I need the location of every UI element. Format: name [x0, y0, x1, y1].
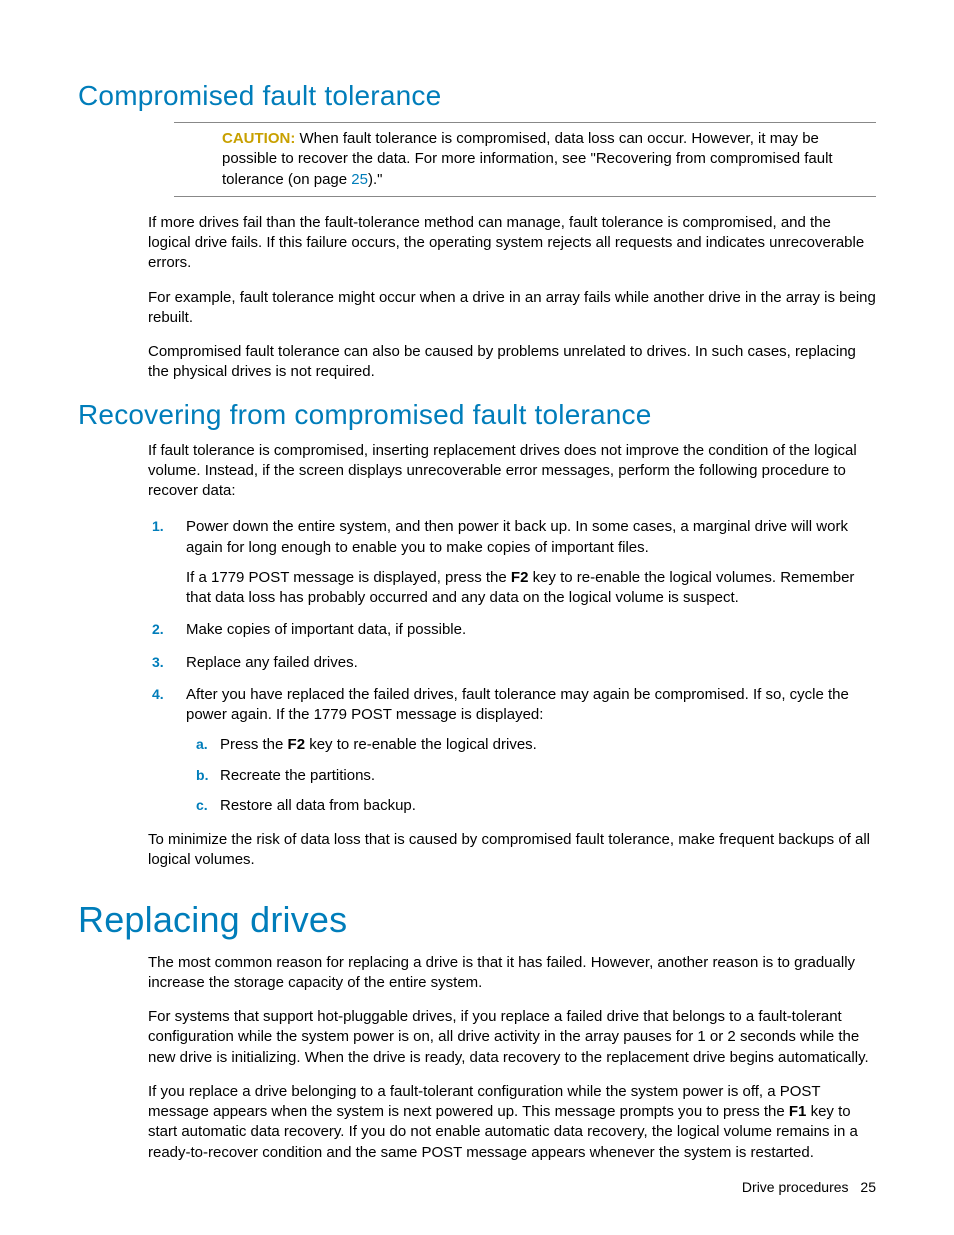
page-footer: Drive procedures 25 [742, 1179, 876, 1195]
document-page: Compromised fault tolerance CAUTION: Whe… [0, 0, 954, 1235]
caution-label: CAUTION: [222, 130, 295, 147]
key-f2: F2 [288, 736, 306, 753]
page-link-25[interactable]: 25 [351, 171, 368, 188]
list-item: Recreate the partitions. [220, 766, 876, 786]
list-item: Restore all data from backup. [220, 796, 876, 816]
list-item: Make copies of important data, if possib… [186, 620, 876, 640]
list-item: Power down the entire system, and then p… [186, 517, 876, 608]
list-item: Replace any failed drives. [186, 653, 876, 673]
paragraph: If fault tolerance is compromised, inser… [148, 441, 876, 502]
body-paragraphs-sec3: The most common reason for replacing a d… [148, 953, 876, 1163]
list-item: Press the F2 key to re-enable the logica… [220, 735, 876, 755]
caution-note: CAUTION: When fault tolerance is comprom… [174, 122, 876, 197]
list-item: After you have replaced the failed drive… [186, 685, 876, 816]
paragraph: To minimize the risk of data loss that i… [148, 830, 876, 871]
paragraph: Compromised fault tolerance can also be … [148, 342, 876, 383]
heading-replacing-drives: Replacing drives [78, 899, 876, 941]
footer-label: Drive procedures [742, 1179, 849, 1195]
heading-compromised-fault-tolerance: Compromised fault tolerance [78, 80, 876, 112]
paragraph: If you replace a drive belonging to a fa… [148, 1082, 876, 1163]
paragraph: For systems that support hot-pluggable d… [148, 1007, 876, 1068]
intro-sec2: If fault tolerance is compromised, inser… [148, 441, 876, 502]
procedure-list: Power down the entire system, and then p… [78, 517, 876, 816]
body-paragraphs-sec1: If more drives fail than the fault-toler… [148, 213, 876, 383]
paragraph: For example, fault tolerance might occur… [148, 288, 876, 329]
paragraph: If a 1779 POST message is displayed, pre… [186, 568, 876, 609]
closing-sec2: To minimize the risk of data loss that i… [148, 830, 876, 871]
sub-procedure-list: Press the F2 key to re-enable the logica… [186, 735, 876, 816]
key-f1: F1 [789, 1103, 807, 1120]
paragraph: The most common reason for replacing a d… [148, 953, 876, 994]
paragraph: If more drives fail than the fault-toler… [148, 213, 876, 274]
caution-text: When fault tolerance is compromised, dat… [222, 130, 833, 188]
heading-recovering: Recovering from compromised fault tolera… [78, 399, 876, 431]
page-number: 25 [860, 1179, 876, 1195]
key-f2: F2 [511, 569, 529, 586]
